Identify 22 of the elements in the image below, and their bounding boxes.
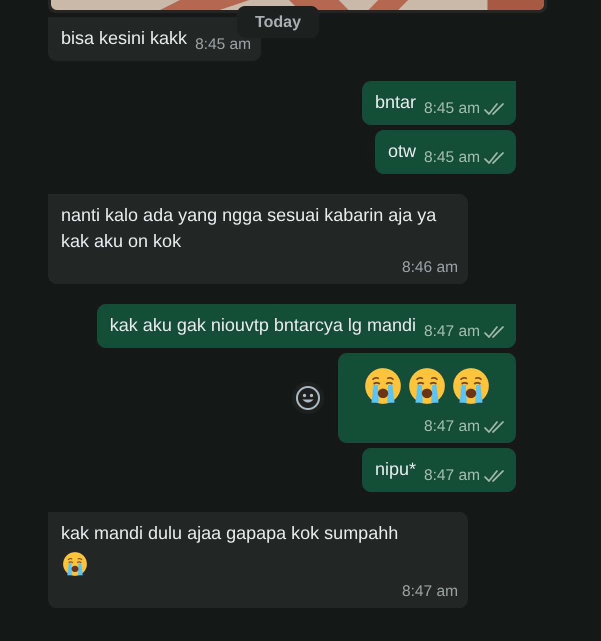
crying-face-icon (61, 550, 89, 578)
message-text: bntar (374, 91, 417, 114)
emoji-reaction-button[interactable] (292, 382, 324, 414)
message-time: 8:47 am (424, 466, 480, 486)
message-time: 8:47 am (424, 322, 480, 342)
message-time: 8:45 am (424, 148, 480, 168)
message-time: 8:45 am (195, 35, 252, 55)
message-text: otw (388, 140, 417, 163)
crying-face-icon (450, 365, 492, 407)
date-chip: Today (237, 6, 319, 38)
smiley-icon (295, 385, 321, 411)
message-text: kak mandi dulu ajaa gapapa kok sumpahh (61, 520, 406, 582)
message-text: nanti kalo ada yang ngga sesuai kabarin aja ya kak aku on kok (61, 204, 438, 253)
crying-face-icon (362, 365, 404, 407)
crying-face-icon (406, 365, 448, 407)
message-time: 8:45 am (424, 99, 480, 119)
message-time: 8:47 am (402, 582, 458, 602)
message-text: bisa kesini kakk (61, 27, 188, 50)
message-text: nipu* (374, 458, 417, 481)
message-text: kak aku gak niouvtp bntarcya lg mandi (110, 314, 417, 337)
message-time: 8:46 am (402, 258, 458, 278)
message-time: 8:47 am (424, 417, 480, 437)
